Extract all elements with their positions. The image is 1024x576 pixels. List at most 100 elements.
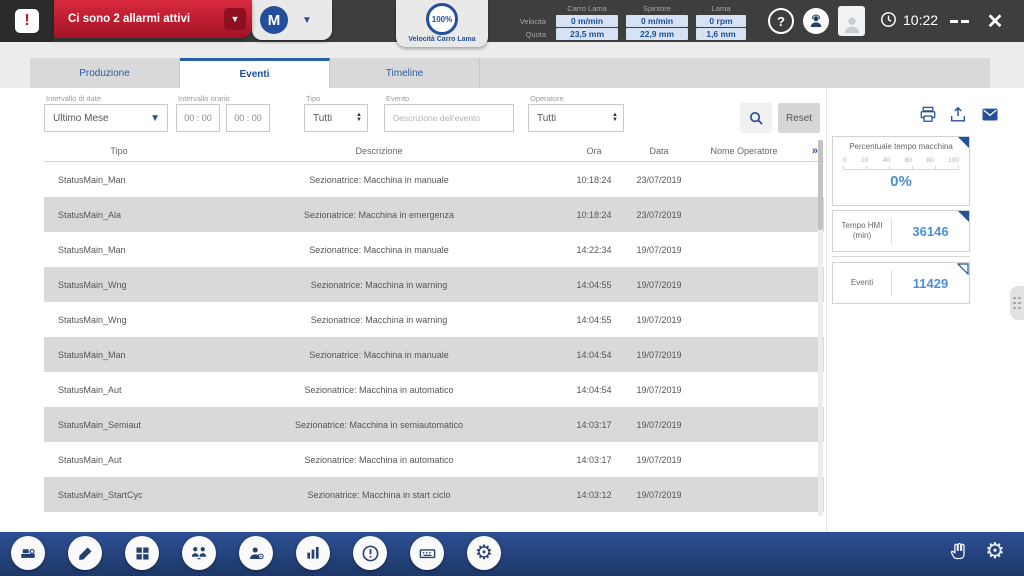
- percent-gauge-track: [843, 166, 959, 170]
- logo-dropdown-button[interactable]: ▼: [302, 15, 312, 26]
- cell-data: 19/07/2019: [624, 420, 694, 430]
- tab-timeline[interactable]: Timeline: [330, 58, 480, 88]
- cell-tipo: StatusMain_Man: [44, 245, 194, 255]
- tipo-filter-label: Tipo: [306, 94, 320, 103]
- scale-tick-label: 80: [926, 157, 933, 164]
- alarms-dropdown-button[interactable]: ▼: [224, 8, 246, 30]
- metric-value: 0 rpm: [696, 15, 746, 27]
- table-row[interactable]: StatusMain_Semiaut Sezionatrice: Macchin…: [44, 407, 824, 442]
- time-from-input[interactable]: [176, 104, 220, 132]
- operator-icon: [247, 544, 265, 562]
- tab-eventi[interactable]: Eventi: [180, 58, 330, 88]
- keyboard-icon: [418, 544, 437, 563]
- scale-tick-label: 0: [843, 157, 847, 164]
- touch-mode-button[interactable]: [946, 538, 972, 564]
- table-row[interactable]: StatusMain_Man Sezionatrice: Macchina in…: [44, 337, 824, 372]
- grid-pattern-icon: [134, 545, 151, 562]
- cell-ora: 10:18:24: [564, 210, 624, 220]
- support-button[interactable]: [803, 8, 829, 34]
- table-row[interactable]: StatusMain_Man Sezionatrice: Macchina in…: [44, 162, 824, 197]
- export-button[interactable]: [948, 105, 968, 124]
- machine-icon: [19, 544, 37, 562]
- cell-tipo: StatusMain_StartCyc: [44, 490, 194, 500]
- operatore-select[interactable]: Tutti ▲▼: [528, 104, 624, 132]
- pencil-icon: [77, 545, 94, 562]
- clock-time: 10:22: [903, 12, 938, 28]
- avatar-person-icon: [841, 12, 863, 36]
- upload-icon: [948, 105, 968, 124]
- service-button[interactable]: ⚙: [467, 536, 501, 570]
- machine-panel-button[interactable]: [410, 536, 444, 570]
- date-range-select[interactable]: Ultimo Mese ▼: [44, 104, 168, 132]
- cell-descrizione: Sezionatrice: Macchina in manuale: [194, 175, 564, 185]
- cell-ora: 14:03:17: [564, 455, 624, 465]
- evento-search-input[interactable]: [384, 104, 514, 132]
- tab-filler: [480, 58, 990, 88]
- time-to-input[interactable]: [226, 104, 270, 132]
- machine-time-percent: 0%: [833, 173, 969, 190]
- statistics-button-active[interactable]: [296, 536, 330, 570]
- date-filter-label: Intervallo di date: [46, 94, 101, 103]
- cell-tipo: StatusMain_Semiaut: [44, 420, 194, 430]
- table-row[interactable]: StatusMain_StartCyc Sezionatrice: Macchi…: [44, 477, 824, 512]
- cell-data: 23/07/2019: [624, 210, 694, 220]
- minimize-button[interactable]: [944, 6, 974, 36]
- active-alarms-banner[interactable]: Ci sono 2 allarmi attivi ▼: [54, 0, 252, 38]
- table-row[interactable]: StatusMain_Man Sezionatrice: Macchina in…: [44, 232, 824, 267]
- tab-produzione[interactable]: Produzione: [30, 58, 180, 88]
- printer-icon: [918, 105, 938, 124]
- cell-descrizione: Sezionatrice: Macchina in semiautomatico: [194, 420, 564, 430]
- table-row[interactable]: StatusMain_Ala Sezionatrice: Macchina in…: [44, 197, 824, 232]
- table-row[interactable]: StatusMain_Wng Sezionatrice: Macchina in…: [44, 267, 824, 302]
- panel-divider: [826, 88, 827, 532]
- settings-button[interactable]: ⚙: [982, 538, 1008, 564]
- corner-fold-icon: [958, 137, 969, 148]
- avatar[interactable]: [838, 6, 865, 36]
- table-scrollbar[interactable]: [818, 140, 823, 516]
- gear-icon: ⚙: [475, 543, 493, 563]
- metric-value: 1,6 mm: [696, 28, 746, 40]
- cell-tipo: StatusMain_Wng: [44, 315, 194, 325]
- side-drawer-handle[interactable]: [1010, 286, 1024, 320]
- cell-ora: 14:03:17: [564, 420, 624, 430]
- table-row[interactable]: StatusMain_Aut Sezionatrice: Macchina in…: [44, 442, 824, 477]
- cell-data: 19/07/2019: [624, 280, 694, 290]
- cell-tipo: StatusMain_Aut: [44, 385, 194, 395]
- table-row[interactable]: StatusMain_Aut Sezionatrice: Macchina in…: [44, 372, 824, 407]
- users-arrows-icon: [190, 544, 208, 562]
- machine-time-card: Percentuale tempo macchina 0 20 40 60 80…: [832, 136, 970, 206]
- cell-data: 19/07/2019: [624, 490, 694, 500]
- support-person-icon: [807, 12, 825, 30]
- alarm-indicator[interactable]: !: [0, 0, 54, 42]
- help-button[interactable]: ?: [768, 8, 794, 34]
- tipo-value: Tutti: [313, 113, 332, 124]
- alarms-button[interactable]: [353, 536, 387, 570]
- metric-value: 0 m/min: [626, 15, 688, 27]
- cell-data: 23/07/2019: [624, 175, 694, 185]
- programs-edit-button[interactable]: [68, 536, 102, 570]
- cell-tipo: StatusMain_Ala: [44, 210, 194, 220]
- machine-nav-button[interactable]: [11, 536, 45, 570]
- col-header-data: Data: [624, 146, 694, 156]
- cell-descrizione: Sezionatrice: Macchina in warning: [194, 280, 564, 290]
- cell-ora: 14:03:12: [564, 490, 624, 500]
- cutting-patterns-button[interactable]: [125, 536, 159, 570]
- report-actions: [918, 105, 1002, 124]
- cell-descrizione: Sezionatrice: Macchina in automatico: [194, 385, 564, 395]
- scale-tick-label: 100: [948, 157, 959, 164]
- events-table-header: Tipo Descrizione Ora Data Nome Operatore…: [44, 140, 824, 162]
- users-transfer-button[interactable]: [182, 536, 216, 570]
- scrollbar-thumb[interactable]: [818, 140, 823, 230]
- reset-button[interactable]: Reset: [778, 103, 820, 133]
- axis-metrics: Carro Lama Spintore Lama Velocità 0 m/mi…: [500, 2, 750, 40]
- print-button[interactable]: [918, 105, 938, 124]
- cell-data: 19/07/2019: [624, 455, 694, 465]
- search-button[interactable]: [740, 103, 772, 133]
- close-button[interactable]: ✕: [980, 6, 1010, 36]
- email-button[interactable]: [978, 105, 1002, 124]
- table-row[interactable]: StatusMain_Wng Sezionatrice: Macchina in…: [44, 302, 824, 337]
- col-header-descrizione: Descrizione: [194, 146, 564, 156]
- events-count-value: 11429: [892, 276, 969, 291]
- operator-button[interactable]: [239, 536, 273, 570]
- tipo-select[interactable]: Tutti ▲▼: [304, 104, 368, 132]
